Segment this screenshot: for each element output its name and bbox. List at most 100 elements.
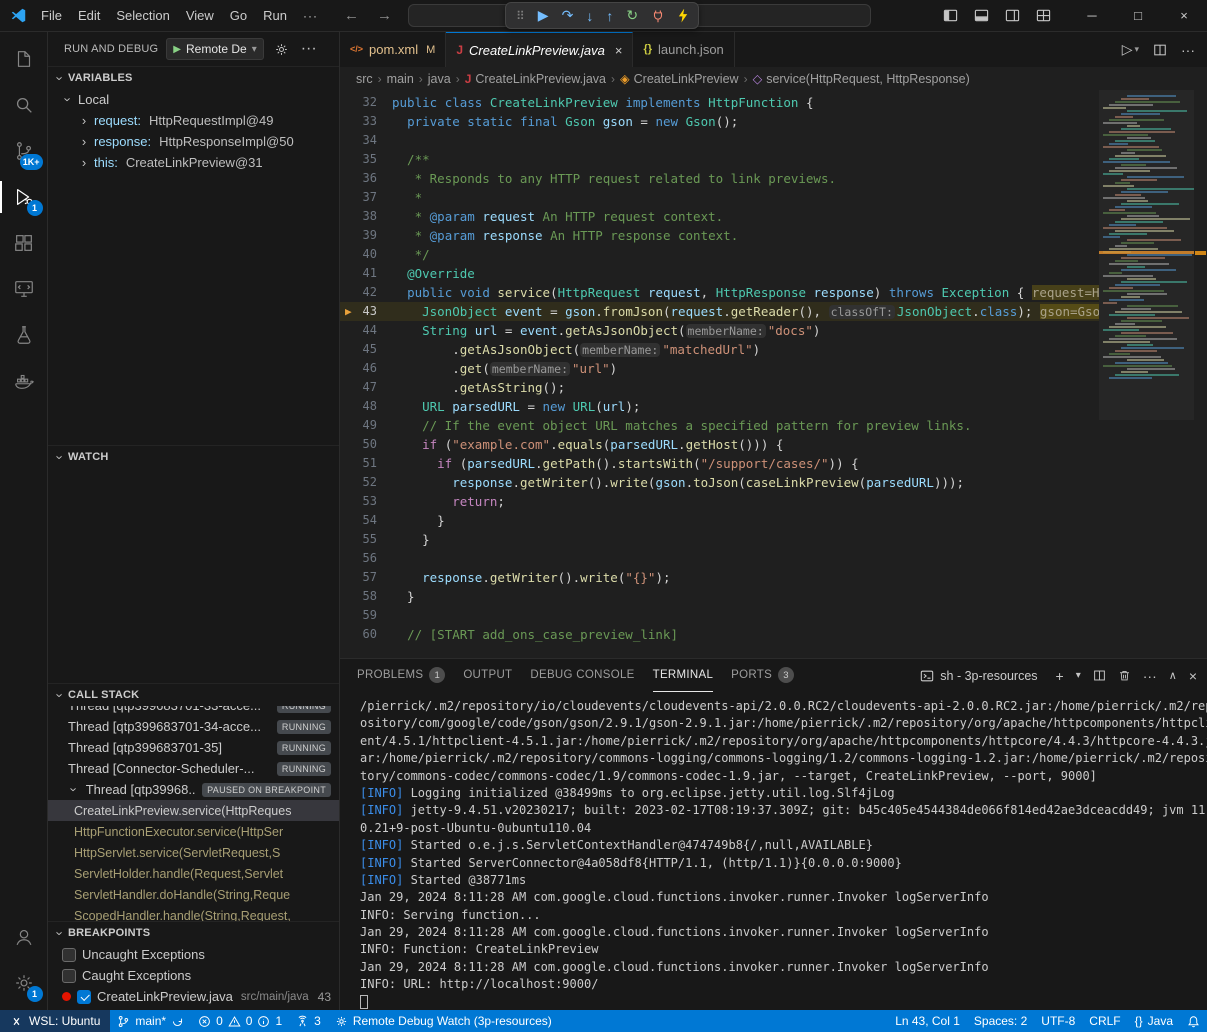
code-line[interactable]: 44 String url = event.getAsJsonObject(me… [340, 321, 1099, 340]
breadcrumb-class[interactable]: ◈CreateLinkPreview [620, 71, 739, 86]
split-editor-icon[interactable] [1153, 43, 1167, 57]
code-line[interactable]: 32public class CreateLinkPreview impleme… [340, 93, 1099, 112]
tab-createlinkpreview-java[interactable]: J CreateLinkPreview.java × [446, 32, 633, 67]
git-branch-status[interactable]: main* [110, 1010, 191, 1032]
toggle-primary-sidebar-icon[interactable] [943, 8, 958, 23]
maximize-window-icon[interactable]: □ [1115, 0, 1161, 31]
terminal-output[interactable]: /pierrick/.m2/repository/io/cloudevents/… [340, 692, 1207, 1010]
code-line[interactable]: 55 } [340, 530, 1099, 549]
breakpoint-row[interactable]: Caught Exceptions [48, 965, 339, 986]
code-line[interactable]: 33 private static final Gson gson = new … [340, 112, 1099, 131]
new-terminal-icon[interactable]: + [1056, 668, 1064, 684]
breakpoint-checkbox[interactable] [62, 948, 76, 962]
line-number-gutter[interactable]: 53 [340, 492, 392, 511]
code-line[interactable]: 42 public void service(HttpRequest reque… [340, 283, 1099, 302]
notifications-bell-icon[interactable] [1180, 1010, 1207, 1032]
cursor-position-status[interactable]: Ln 43, Col 1 [888, 1010, 967, 1032]
close-panel-icon[interactable]: × [1189, 668, 1197, 684]
minimize-window-icon[interactable]: ─ [1069, 0, 1115, 31]
code-line[interactable]: 45 .getAsJsonObject(memberName:"matchedU… [340, 340, 1099, 359]
explorer-icon[interactable] [0, 36, 48, 82]
line-number-gutter[interactable]: 33 [340, 112, 392, 131]
menu-file[interactable]: File [33, 5, 70, 26]
line-number-gutter[interactable]: 36 [340, 169, 392, 188]
line-number-gutter[interactable]: 48 [340, 397, 392, 416]
editor-more-actions-icon[interactable]: ··· [1181, 42, 1195, 58]
split-terminal-icon[interactable] [1093, 669, 1106, 682]
running-task-status[interactable]: Remote Debug Watch (3p-resources) [328, 1010, 559, 1032]
views-more-actions-icon[interactable]: ··· [299, 38, 319, 60]
callstack-item[interactable]: Thread [Connector-Scheduler-...RUNNING [48, 758, 339, 779]
testing-icon[interactable] [0, 312, 48, 358]
debug-toolbar-drag-handle[interactable]: ⠿ [516, 9, 525, 23]
line-number-gutter[interactable]: 35 [340, 150, 392, 169]
breakpoint-checkbox[interactable] [62, 969, 76, 983]
code-line[interactable]: 53 return; [340, 492, 1099, 511]
code-editor[interactable]: 32public class CreateLinkPreview impleme… [340, 90, 1099, 658]
debug-restart-icon[interactable]: ↻ [626, 7, 638, 24]
maximize-panel-icon[interactable]: ∧ [1169, 669, 1177, 682]
code-line[interactable]: 37 * [340, 188, 1099, 207]
problems-status[interactable]: 0 0 1 [191, 1010, 289, 1032]
breakpoints-section-header[interactable]: › BREAKPOINTS [48, 922, 339, 944]
code-line[interactable]: 36 * Responds to any HTTP request relate… [340, 169, 1099, 188]
settings-gear-icon[interactable]: 1 [0, 960, 48, 1006]
line-number-gutter[interactable]: 41 [340, 264, 392, 283]
navigate-back-icon[interactable]: ← [340, 7, 363, 24]
debug-continue-icon[interactable]: ▶ [538, 7, 549, 24]
debug-disconnect-icon[interactable] [651, 9, 665, 23]
code-line[interactable]: ▶43 JsonObject event = gson.fromJson(req… [340, 302, 1099, 321]
indentation-status[interactable]: Spaces: 2 [967, 1010, 1034, 1032]
language-mode-status[interactable]: {}Java [1128, 1010, 1180, 1032]
breakpoint-row[interactable]: Uncaught Exceptions [48, 944, 339, 965]
line-number-gutter[interactable]: 49 [340, 416, 392, 435]
line-number-gutter[interactable]: 46 [340, 359, 392, 378]
line-number-gutter[interactable]: 40 [340, 245, 392, 264]
eol-status[interactable]: CRLF [1082, 1010, 1127, 1032]
accounts-icon[interactable] [0, 914, 48, 960]
hot-code-replace-icon[interactable] [678, 9, 688, 23]
terminal-profile-dropdown-icon[interactable]: ▾ [1076, 670, 1081, 681]
navigate-forward-icon[interactable]: → [373, 7, 396, 24]
callstack-item[interactable]: ServletHandler.doHandle(String,Reque [48, 884, 339, 905]
callstack-item[interactable]: Thread [qtp399683701-33-acce...RUNNING [48, 706, 339, 716]
code-line[interactable]: 56 [340, 549, 1099, 568]
callstack-item[interactable]: ServletHolder.handle(Request,Servlet [48, 863, 339, 884]
run-java-button[interactable]: ▷▾ [1122, 41, 1139, 58]
code-line[interactable]: 54 } [340, 511, 1099, 530]
callstack-item[interactable]: Thread [qtp399683701-35]RUNNING [48, 737, 339, 758]
line-number-gutter[interactable]: 42 [340, 283, 392, 302]
menu-go[interactable]: Go [222, 5, 255, 26]
menu-edit[interactable]: Edit [70, 5, 108, 26]
remote-explorer-icon[interactable] [0, 266, 48, 312]
code-line[interactable]: 35 /** [340, 150, 1099, 169]
breadcrumb-java[interactable]: java [428, 72, 451, 86]
line-number-gutter[interactable]: 56 [340, 549, 392, 568]
line-number-gutter[interactable]: 50 [340, 435, 392, 454]
variables-scope-local[interactable]: › Local [48, 89, 339, 110]
docker-icon[interactable] [0, 358, 48, 404]
code-line[interactable]: 49 // If the event object URL matches a … [340, 416, 1099, 435]
start-debugging-icon[interactable]: ▶ [173, 44, 181, 55]
tab-debug-console[interactable]: DEBUG CONSOLE [530, 659, 634, 692]
breakpoint-checkbox[interactable] [77, 990, 91, 1004]
breakpoint-row[interactable]: CreateLinkPreview.javasrc/main/java43 [48, 986, 339, 1007]
run-and-debug-icon[interactable]: 1 [0, 174, 48, 220]
panel-more-actions-icon[interactable]: ··· [1143, 668, 1157, 684]
code-line[interactable]: 47 .getAsString(); [340, 378, 1099, 397]
debug-config-dropdown[interactable]: ▶ Remote De ▾ [166, 38, 263, 60]
code-line[interactable]: 60 // [START add_ons_case_preview_link] [340, 625, 1099, 644]
line-number-gutter[interactable]: 55 [340, 530, 392, 549]
line-number-gutter[interactable]: 60 [340, 625, 392, 644]
menu-run[interactable]: Run [255, 5, 295, 26]
line-number-gutter[interactable]: 37 [340, 188, 392, 207]
code-line[interactable]: 57 response.getWriter().write("{}"); [340, 568, 1099, 587]
menu-overflow-icon[interactable]: ··· [295, 9, 326, 23]
line-number-gutter[interactable]: 47 [340, 378, 392, 397]
search-icon[interactable] [0, 82, 48, 128]
tab-output[interactable]: OUTPUT [463, 659, 512, 692]
callstack-item[interactable]: CreateLinkPreview.service(HttpReques [48, 800, 339, 821]
close-tab-icon[interactable]: × [615, 43, 623, 58]
variable-row[interactable]: ›response:HttpResponseImpl@50 [48, 131, 339, 152]
tab-terminal[interactable]: TERMINAL [653, 659, 714, 692]
